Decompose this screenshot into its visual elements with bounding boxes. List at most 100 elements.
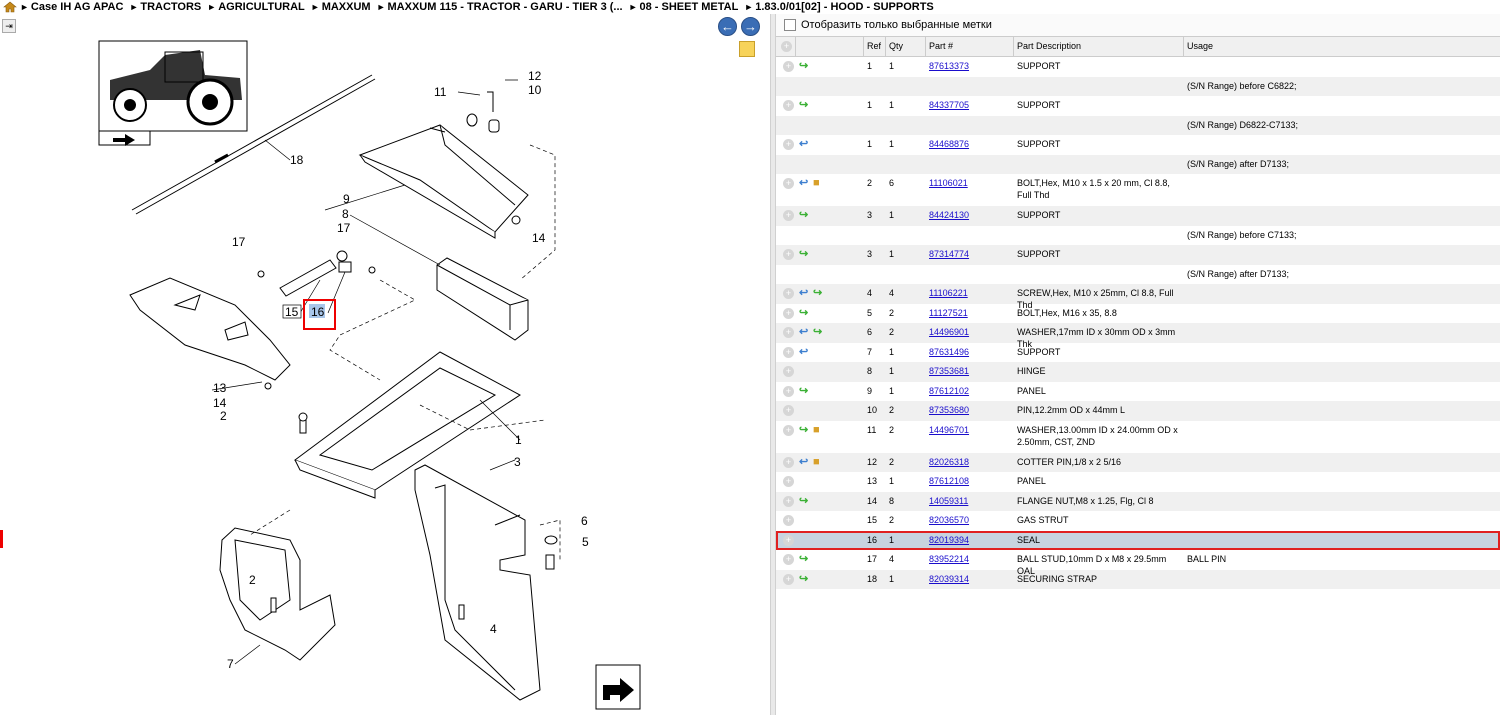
plus-icon[interactable]: + bbox=[783, 346, 794, 358]
row-expand[interactable]: + bbox=[776, 174, 796, 189]
blue-arrow-icon[interactable]: ↩ bbox=[799, 326, 813, 338]
plus-icon[interactable]: + bbox=[783, 327, 794, 338]
row-expand[interactable] bbox=[776, 116, 796, 119]
row-expand[interactable]: + bbox=[776, 550, 796, 565]
breadcrumb-item-agricultural[interactable]: AGRICULTURAL bbox=[218, 1, 305, 13]
green-arrow-icon[interactable]: ↪ bbox=[799, 209, 813, 221]
part-number-link[interactable]: 84468876 bbox=[929, 139, 969, 149]
header-usage[interactable]: Usage bbox=[1184, 37, 1478, 56]
row-part-number[interactable]: 14496901 bbox=[926, 323, 1014, 338]
row-part-number[interactable]: 11106221 bbox=[926, 284, 1014, 299]
row-part-number[interactable]: 82036570 bbox=[926, 511, 1014, 526]
callout-label[interactable]: 15 bbox=[285, 305, 299, 319]
blue-arrow-icon[interactable]: ↩ bbox=[799, 177, 813, 189]
part-number-link[interactable]: 82019394 bbox=[929, 535, 969, 545]
table-row[interactable]: + ↩ ↪ 4 4 11106221 SCREW,Hex, M10 x 25mm, Cl 8… bbox=[776, 284, 1500, 310]
table-row[interactable]: + ↪ 1 1 84337705 SUPPORT bbox=[776, 96, 1500, 116]
breadcrumb-item-brand[interactable]: Case IH AG APAC bbox=[31, 1, 124, 13]
table-row[interactable]: (S/N Range) after D7133; bbox=[776, 265, 1500, 285]
part-number-link[interactable]: 84337705 bbox=[929, 100, 969, 110]
table-row[interactable]: (S/N Range) after D7133; bbox=[776, 154, 1500, 174]
plus-icon[interactable]: + bbox=[783, 249, 794, 260]
row-expand[interactable]: + bbox=[776, 96, 796, 111]
callout-label[interactable]: 14 bbox=[213, 396, 227, 410]
row-part-number[interactable]: 14059311 bbox=[926, 492, 1014, 507]
row-expand[interactable]: + bbox=[776, 382, 796, 397]
plus-icon[interactable]: + bbox=[783, 307, 794, 319]
callout-label[interactable]: 4 bbox=[490, 622, 497, 636]
callout-label[interactable]: 2 bbox=[220, 409, 227, 423]
part-number-link[interactable]: 14059311 bbox=[929, 496, 968, 506]
green-arrow-icon[interactable]: ↪ bbox=[799, 99, 813, 111]
row-part-number[interactable]: 82026318 bbox=[926, 453, 1014, 468]
row-expand[interactable]: + bbox=[776, 135, 796, 150]
part-number-link[interactable]: 11106021 bbox=[929, 178, 968, 188]
part-number-link[interactable]: 14496901 bbox=[929, 327, 969, 337]
callout-label[interactable]: 13 bbox=[213, 381, 227, 395]
table-row[interactable]: +15 2 82036570 GAS STRUT bbox=[776, 511, 1500, 531]
row-part-number[interactable]: 87613373 bbox=[926, 57, 1014, 72]
plus-icon[interactable]: + bbox=[783, 100, 794, 111]
row-expand[interactable]: + bbox=[776, 472, 796, 487]
part-number-link[interactable]: 87353681 bbox=[929, 366, 969, 376]
green-arrow-icon[interactable]: ↪ bbox=[813, 287, 827, 299]
breadcrumb-item-model[interactable]: MAXXUM 115 - TRACTOR - GARU - TIER 3 (..… bbox=[388, 1, 623, 13]
green-arrow-icon[interactable]: ↪ bbox=[799, 385, 813, 397]
callout-label[interactable]: 18 bbox=[290, 153, 304, 167]
plus-icon[interactable]: + bbox=[783, 288, 794, 299]
plus-icon[interactable]: + bbox=[783, 424, 794, 436]
green-arrow-icon[interactable]: ↪ bbox=[799, 495, 813, 507]
header-description[interactable]: Part Description bbox=[1014, 37, 1184, 56]
row-part-number[interactable]: 87353680 bbox=[926, 401, 1014, 416]
part-number-link[interactable]: 87631496 bbox=[929, 347, 969, 357]
green-arrow-icon[interactable]: ↪ bbox=[799, 573, 813, 585]
package-icon[interactable]: ■ bbox=[813, 456, 827, 468]
part-number-link[interactable]: 87353680 bbox=[929, 405, 969, 415]
row-part-number[interactable]: 84424130 bbox=[926, 206, 1014, 221]
callout-label[interactable]: 5 bbox=[582, 535, 589, 549]
green-arrow-icon[interactable]: ↪ bbox=[799, 424, 813, 436]
tractor-thumbnail-icon[interactable] bbox=[98, 40, 248, 146]
table-row[interactable]: + ↩ ■ 2 6 11106021 BOLT,Hex, M10 x 1.5 x 20 mm… bbox=[776, 174, 1500, 206]
table-row[interactable]: (S/N Range) before C7133; bbox=[776, 226, 1500, 246]
part-number-link[interactable]: 87612108 bbox=[929, 476, 969, 486]
callout-label[interactable]: 2 bbox=[249, 573, 256, 587]
table-row[interactable]: + ↪ 3 1 84424130 SUPPORT bbox=[776, 206, 1500, 226]
row-part-number[interactable]: 87612102 bbox=[926, 382, 1014, 397]
table-row[interactable]: + ↪ 1 1 87613373 SUPPORT bbox=[776, 57, 1500, 77]
plus-icon[interactable]: + bbox=[783, 178, 794, 189]
blue-arrow-icon[interactable]: ↩ bbox=[799, 138, 813, 150]
row-part-number[interactable]: 11127521 bbox=[926, 304, 1014, 319]
callout-label[interactable]: 10 bbox=[528, 83, 542, 97]
plus-icon[interactable]: + bbox=[783, 515, 794, 526]
header-qty[interactable]: Qty bbox=[886, 37, 926, 56]
breadcrumb-item-current[interactable]: 1.83.0/01[02] - HOOD - SUPPORTS bbox=[755, 1, 934, 13]
package-icon[interactable]: ■ bbox=[813, 424, 827, 436]
table-row[interactable]: + ↪ 14 8 14059311 FLANGE NUT,M8 x 1.25, Flg, … bbox=[776, 491, 1500, 511]
row-part-number[interactable]: 87631496 bbox=[926, 343, 1014, 358]
plus-icon[interactable]: + bbox=[783, 554, 794, 565]
plus-icon[interactable]: + bbox=[783, 385, 794, 397]
callout-label[interactable]: 12 bbox=[528, 69, 542, 83]
green-arrow-icon[interactable]: ↪ bbox=[799, 307, 813, 319]
part-number-link[interactable]: 84424130 bbox=[929, 210, 969, 220]
callout-label[interactable]: 9 bbox=[343, 192, 350, 206]
plus-icon[interactable]: + bbox=[783, 534, 794, 546]
callout-label[interactable]: 11 bbox=[434, 85, 447, 99]
callout-label[interactable]: 17 bbox=[337, 221, 351, 235]
row-expand[interactable]: + bbox=[776, 453, 796, 468]
blue-arrow-icon[interactable]: ↩ bbox=[799, 287, 813, 299]
table-row[interactable]: (S/N Range) D6822-C7133; bbox=[776, 115, 1500, 135]
row-expand[interactable] bbox=[776, 226, 796, 229]
table-row[interactable]: + ↩ 7 1 87631496 SUPPORT bbox=[776, 343, 1500, 363]
row-expand[interactable]: + bbox=[776, 531, 796, 546]
row-part-number[interactable]: 83952214 bbox=[926, 550, 1014, 565]
green-arrow-icon[interactable]: ↪ bbox=[799, 248, 813, 260]
plus-icon[interactable]: + bbox=[783, 495, 794, 507]
row-expand[interactable]: + bbox=[776, 492, 796, 507]
table-row[interactable]: + ↪ 9 1 87612102 PANEL bbox=[776, 382, 1500, 402]
table-row[interactable]: (S/N Range) before C6822; bbox=[776, 76, 1500, 96]
callout-label[interactable]: 1 bbox=[515, 433, 522, 447]
green-arrow-icon[interactable]: ↪ bbox=[813, 326, 827, 338]
part-number-link[interactable]: 11127521 bbox=[929, 308, 968, 318]
